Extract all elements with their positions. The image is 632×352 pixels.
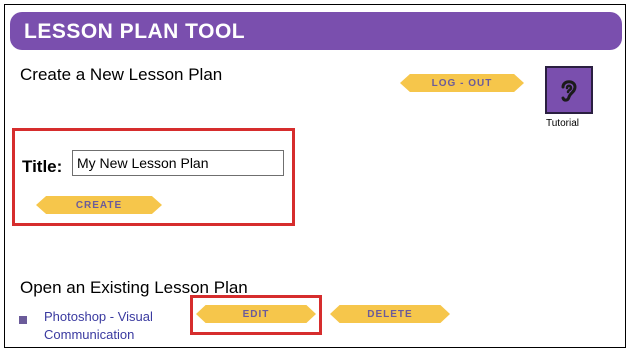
title-bar: LESSON PLAN TOOL	[10, 12, 622, 50]
logout-button[interactable]: LOG - OUT	[400, 74, 524, 92]
edit-button[interactable]: EDIT	[196, 305, 316, 323]
delete-button[interactable]: DELETE	[330, 305, 450, 323]
list-bullet	[19, 316, 27, 324]
create-heading: Create a New Lesson Plan	[20, 65, 223, 84]
title-label: Title:	[22, 157, 63, 176]
app-title: LESSON PLAN TOOL	[24, 20, 246, 43]
tutorial-button[interactable]	[545, 66, 593, 114]
create-button[interactable]: CREATE	[36, 196, 162, 214]
title-input[interactable]	[72, 150, 284, 176]
tutorial-label: Tutorial	[546, 118, 579, 129]
lesson-link[interactable]: Photoshop - Visual Communication	[44, 308, 184, 344]
ear-icon	[561, 80, 577, 102]
